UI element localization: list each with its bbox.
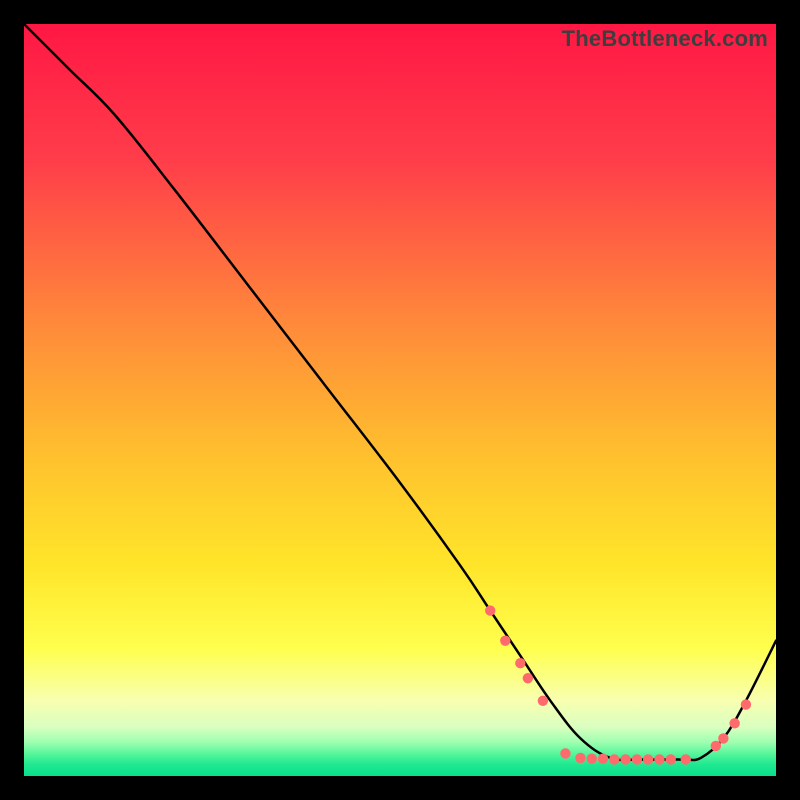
- data-marker: [729, 718, 739, 728]
- data-marker: [560, 748, 570, 758]
- data-marker: [643, 754, 653, 764]
- data-marker: [575, 753, 585, 763]
- data-marker: [711, 741, 721, 751]
- data-marker: [620, 754, 630, 764]
- data-marker: [485, 605, 495, 615]
- plot-area: TheBottleneck.com: [24, 24, 776, 776]
- data-marker: [587, 754, 597, 764]
- data-marker: [609, 754, 619, 764]
- chart-frame: TheBottleneck.com: [0, 0, 800, 800]
- data-marker: [681, 754, 691, 764]
- data-marker: [718, 733, 728, 743]
- data-marker: [538, 696, 548, 706]
- data-marker: [515, 658, 525, 668]
- data-marker: [741, 699, 751, 709]
- curve-layer: [24, 24, 776, 776]
- marker-group: [485, 605, 751, 764]
- data-marker: [598, 754, 608, 764]
- data-marker: [666, 754, 676, 764]
- data-marker: [523, 673, 533, 683]
- data-marker: [500, 635, 510, 645]
- data-marker: [654, 754, 664, 764]
- data-marker: [632, 754, 642, 764]
- bottleneck-curve: [24, 24, 776, 760]
